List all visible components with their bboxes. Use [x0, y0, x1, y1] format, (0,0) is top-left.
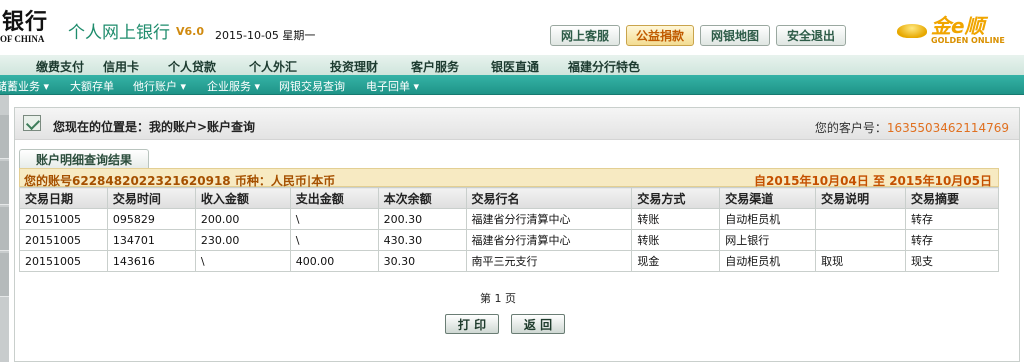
account-info-bar: 您的账号6228482022321620918 币种：人民币|本币 自2015年…	[19, 168, 999, 188]
cell-branch: 福建省分行清算中心	[465, 229, 633, 251]
cell-time: 143616	[106, 250, 196, 272]
cell-balance: 200.30	[377, 208, 467, 230]
cell-channel: 网上银行	[719, 229, 817, 251]
nav-item-fujian-special[interactable]: 福建分行特色	[568, 58, 640, 75]
location-icon	[23, 115, 41, 131]
subnav-item-enterprise[interactable]: 企业服务 ▾	[207, 78, 260, 94]
customer-number: 您的客户号：1635503462114769	[815, 119, 1009, 136]
brand-english: GOLDEN ONLINE	[931, 36, 1005, 45]
customer-number-label: 您的客户号：	[814, 121, 887, 135]
left-tab[interactable]	[0, 253, 9, 297]
cell-description	[815, 229, 907, 251]
col-channel: 交易渠道	[719, 187, 817, 209]
left-tab[interactable]	[0, 161, 9, 205]
bank-logo-english: OF CHINA	[0, 34, 45, 44]
golden-online-logo: 金e顺 GOLDEN ONLINE	[895, 10, 1020, 50]
nav-item-personal-loan[interactable]: 个人贷款	[168, 58, 216, 75]
gold-ingot-icon	[897, 24, 927, 38]
customer-number-value: 1635503462114769	[886, 121, 1009, 135]
page-number: 第 1 页	[480, 292, 516, 305]
col-balance: 本次余额	[377, 187, 467, 209]
col-description: 交易说明	[815, 187, 907, 209]
table-header-row: 交易日期 交易时间 收入金额 支出金额 本次余额 交易行名 交易方式 交易渠道 …	[19, 187, 999, 209]
left-sidebar-strip[interactable]	[0, 95, 9, 362]
main-nav: 缴费支付 信用卡 个人贷款 个人外汇 投资理财 客户服务 银医直通 福建分行特色	[0, 55, 1024, 75]
bank-map-button[interactable]: 网银地图	[700, 25, 770, 46]
table-row: 20151005 134701 230.00 \ 430.30 福建省分行清算中…	[19, 229, 999, 251]
cell-date: 20151005	[19, 229, 108, 251]
cell-income: 200.00	[194, 208, 291, 230]
table-row: 20151005 095829 200.00 \ 200.30 福建省分行清算中…	[19, 208, 999, 230]
cell-income: 230.00	[194, 229, 291, 251]
cell-income: \	[194, 250, 291, 272]
app-version: V6.0	[176, 25, 204, 38]
nav-item-credit-card[interactable]: 信用卡	[103, 58, 139, 75]
back-button[interactable]: 返 回	[511, 314, 565, 334]
subnav-item-e-receipt[interactable]: 电子回单 ▾	[366, 78, 419, 94]
left-tab[interactable]	[0, 115, 9, 159]
breadcrumb: 您现在的位置是：我的账户>账户查询	[53, 120, 256, 134]
cell-channel: 自动柜员机	[719, 208, 817, 230]
cell-time: 134701	[106, 229, 196, 251]
col-summary: 交易摘要	[905, 187, 999, 209]
nav-item-medical[interactable]: 银医直通	[491, 58, 539, 75]
cell-branch: 福建省分行清算中心	[465, 208, 633, 230]
cell-channel: 自动柜员机	[719, 250, 817, 272]
brand-name: 金e顺	[931, 14, 985, 38]
location-bar: 您现在的位置是：我的账户>账户查询 您的客户号：1635503462114769	[15, 108, 1019, 140]
sub-nav: 储蓄业务 ▾ 大额存单 他行账户 ▾ 企业服务 ▾ 网银交易查询 电子回单 ▾	[0, 75, 1024, 95]
cell-summary: 转存	[905, 208, 999, 230]
cell-summary: 现支	[905, 250, 999, 272]
table-row: 20151005 143616 \ 400.00 30.30 南平三元支行 现金…	[19, 250, 999, 272]
cell-date: 20151005	[19, 250, 108, 272]
cell-description	[815, 208, 907, 230]
col-branch: 交易行名	[465, 187, 633, 209]
cell-method: 现金	[631, 250, 721, 272]
col-expense: 支出金额	[289, 187, 379, 209]
current-date: 2015-10-05 星期一	[215, 29, 316, 42]
nav-item-payment[interactable]: 缴费支付	[36, 58, 84, 75]
online-service-button[interactable]: 网上客服	[550, 25, 620, 46]
cell-expense: \	[289, 208, 379, 230]
cell-expense: \	[289, 229, 379, 251]
col-date: 交易日期	[19, 187, 108, 209]
transaction-table: 交易日期 交易时间 收入金额 支出金额 本次余额 交易行名 交易方式 交易渠道 …	[19, 187, 999, 272]
col-time: 交易时间	[106, 187, 196, 209]
left-tab[interactable]	[0, 207, 9, 251]
cell-time: 095829	[106, 208, 196, 230]
header: 银行 OF CHINA 个人网上银行 V6.0 2015-10-05 星期一 网…	[0, 0, 1024, 55]
nav-item-customer-service[interactable]: 客户服务	[411, 58, 459, 75]
content-panel: 您现在的位置是：我的账户>账户查询 您的客户号：1635503462114769…	[14, 107, 1020, 362]
result-tab[interactable]: 账户明细查询结果	[19, 149, 149, 168]
safe-logout-button[interactable]: 安全退出	[776, 25, 846, 46]
cell-method: 转账	[631, 208, 721, 230]
cell-summary: 转存	[905, 229, 999, 251]
col-income: 收入金额	[194, 187, 291, 209]
cell-method: 转账	[631, 229, 721, 251]
cell-expense: 400.00	[289, 250, 379, 272]
subnav-item-transaction-query[interactable]: 网银交易查询	[279, 78, 345, 94]
nav-item-forex[interactable]: 个人外汇	[249, 58, 297, 75]
subnav-item-savings[interactable]: 储蓄业务 ▾	[0, 78, 49, 94]
cell-branch: 南平三元支行	[465, 250, 633, 272]
bank-logo: 银行	[2, 9, 49, 35]
print-button[interactable]: 打 印	[445, 314, 499, 334]
col-method: 交易方式	[631, 187, 721, 209]
nav-item-investment[interactable]: 投资理财	[330, 58, 378, 75]
cell-balance: 30.30	[377, 250, 467, 272]
charity-donation-button[interactable]: 公益捐款	[626, 25, 694, 46]
cell-date: 20151005	[19, 208, 108, 230]
subnav-item-other-bank[interactable]: 他行账户 ▾	[133, 78, 186, 94]
app-title: 个人网上银行	[68, 23, 170, 43]
cell-description: 取现	[815, 250, 907, 272]
cell-balance: 430.30	[377, 229, 467, 251]
subnav-item-large-deposit[interactable]: 大额存单	[70, 78, 114, 94]
